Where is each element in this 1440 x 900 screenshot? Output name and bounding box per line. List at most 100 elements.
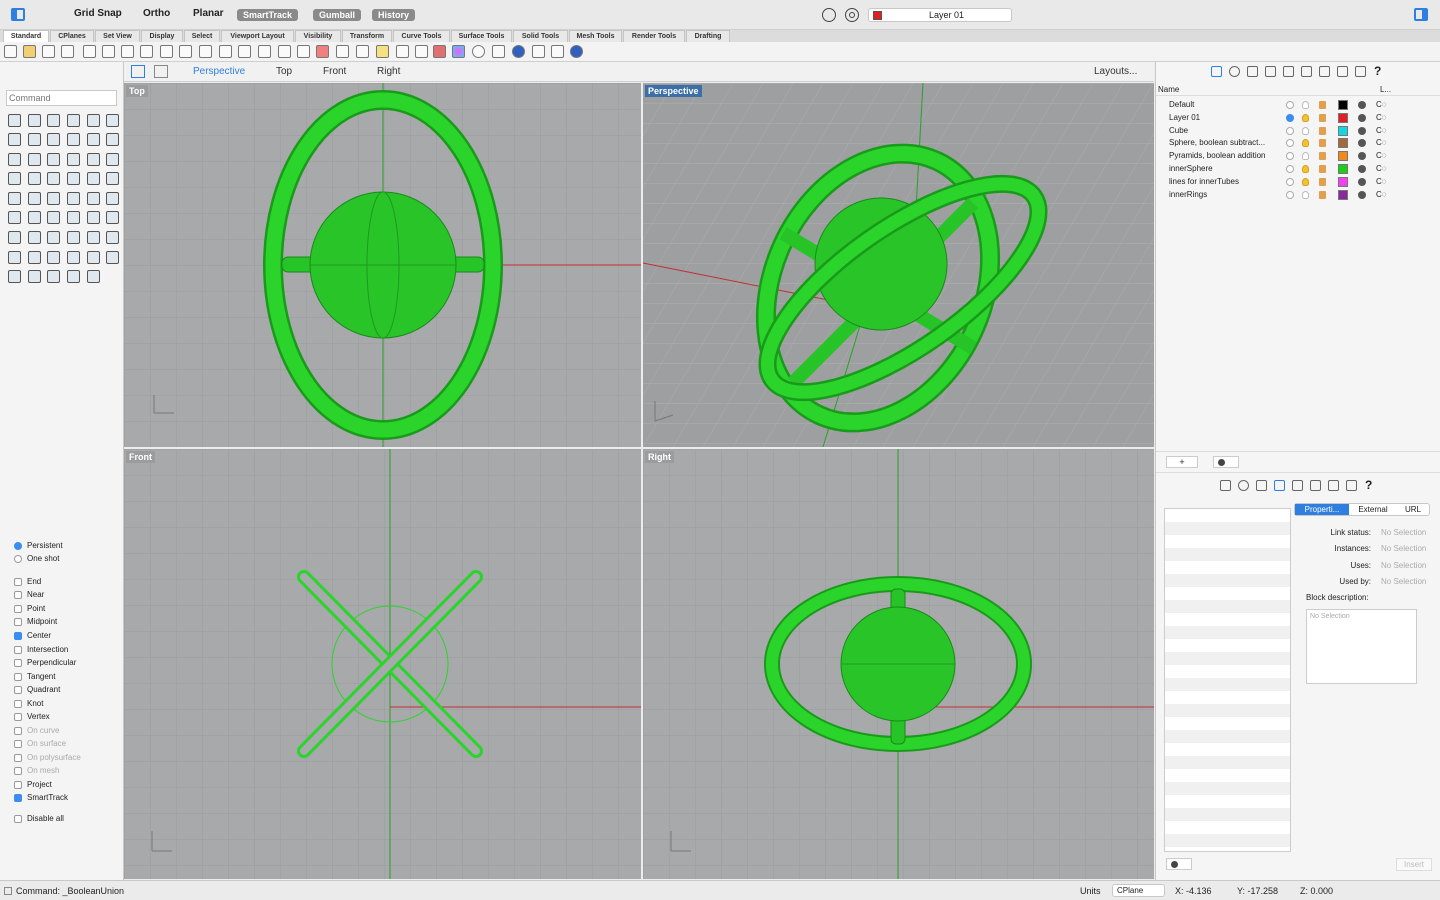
bulb-icon[interactable]: [1302, 127, 1309, 135]
lock-icon[interactable]: [1319, 191, 1326, 199]
block-options-menu[interactable]: [1166, 858, 1192, 870]
copy-icon[interactable]: [121, 45, 134, 58]
tab-surface-tools[interactable]: Surface Tools: [451, 30, 512, 42]
curve-icon[interactable]: [67, 114, 80, 127]
zebra-icon[interactable]: [47, 251, 60, 264]
tab-cplanes[interactable]: CPlanes: [50, 30, 94, 42]
material-icon[interactable]: [1358, 114, 1366, 122]
cone-icon[interactable]: [67, 153, 80, 166]
document-icon-2[interactable]: [1256, 480, 1267, 491]
osnap-icon[interactable]: [28, 270, 41, 283]
loft-icon[interactable]: [28, 172, 41, 185]
ellipse-icon[interactable]: [8, 133, 21, 146]
tab-external[interactable]: External: [1351, 504, 1395, 515]
help-question-icon[interactable]: ?: [1374, 64, 1381, 78]
bulb-icon[interactable]: [1302, 114, 1309, 122]
layers-icon[interactable]: [1211, 66, 1222, 77]
rotate-view-icon[interactable]: [199, 45, 212, 58]
viewport-perspective-label[interactable]: Perspective: [645, 85, 702, 97]
tab-drafting[interactable]: Drafting: [686, 30, 730, 42]
polygon-icon[interactable]: [47, 133, 60, 146]
zoom-extents-icon[interactable]: [258, 45, 271, 58]
viewport-right[interactable]: Right: [643, 449, 1154, 879]
layer-color-swatch[interactable]: [1338, 100, 1348, 110]
tab-render-tools[interactable]: Render Tools: [623, 30, 685, 42]
chamfer-icon[interactable]: [87, 192, 100, 205]
join-icon[interactable]: [47, 211, 60, 224]
extrude-icon[interactable]: [8, 172, 21, 185]
help-question-icon-2[interactable]: ?: [1365, 478, 1372, 492]
tab-url[interactable]: URL: [1397, 504, 1429, 515]
current-layer-radio[interactable]: [1286, 114, 1294, 122]
check-icon[interactable]: [87, 251, 100, 264]
point-icon[interactable]: [28, 114, 41, 127]
material-icon[interactable]: [1358, 191, 1366, 199]
history-toggle[interactable]: History: [372, 9, 416, 21]
panel-toggle-icon[interactable]: [1414, 8, 1428, 21]
revolve-icon[interactable]: [47, 172, 60, 185]
snap-icon[interactable]: [8, 270, 21, 283]
boolean-diff-icon[interactable]: [28, 192, 41, 205]
explode-icon[interactable]: [67, 211, 80, 224]
undo-icon[interactable]: [160, 45, 173, 58]
dimension-icon[interactable]: [106, 133, 119, 146]
current-layer-radio[interactable]: [1286, 101, 1294, 109]
edges-icon[interactable]: [106, 251, 119, 264]
layer-options-menu[interactable]: [1213, 456, 1239, 468]
network-icon[interactable]: [106, 172, 119, 185]
linetype-label[interactable]: C◌: [1376, 137, 1387, 149]
sweep-icon[interactable]: [67, 172, 80, 185]
boolean-union-icon[interactable]: [8, 192, 21, 205]
materials-icon[interactable]: [1229, 66, 1240, 77]
lock-icon[interactable]: [1319, 139, 1326, 147]
environment-icon-2[interactable]: [1310, 480, 1321, 491]
bulb-icon[interactable]: [1302, 178, 1309, 186]
bulb-icon[interactable]: [1302, 139, 1309, 147]
filter-icon[interactable]: [822, 8, 836, 22]
tab-curve-tools[interactable]: Curve Tools: [393, 30, 450, 42]
layouts-button[interactable]: Layouts...: [1094, 66, 1137, 77]
lock-icon[interactable]: [1319, 178, 1326, 186]
bulb-icon[interactable]: [1302, 152, 1309, 160]
sphere-icon[interactable]: [28, 153, 41, 166]
target-icon[interactable]: [845, 8, 859, 22]
tab-mesh-tools[interactable]: Mesh Tools: [569, 30, 622, 42]
environment-icon[interactable]: [1301, 66, 1312, 77]
single-view-icon[interactable]: [154, 65, 168, 78]
lock-icon[interactable]: [1319, 114, 1326, 122]
notes-icon-2[interactable]: [1328, 480, 1339, 491]
offset-icon[interactable]: [106, 192, 119, 205]
copy-icon[interactable]: [28, 231, 41, 244]
tab-visibility[interactable]: Visibility: [295, 30, 341, 42]
trim-icon[interactable]: [8, 211, 21, 224]
text-icon[interactable]: [87, 133, 100, 146]
light-icon[interactable]: [396, 45, 409, 58]
rectangle-icon[interactable]: [28, 133, 41, 146]
bulb-icon[interactable]: [1302, 165, 1309, 173]
linetype-label[interactable]: C◌: [1376, 99, 1387, 111]
materials-icon-2[interactable]: [1238, 480, 1249, 491]
pan-hand-icon[interactable]: [179, 45, 192, 58]
tab-front[interactable]: Front: [323, 66, 346, 77]
block-icon-2[interactable]: [1274, 480, 1285, 491]
tab-set-view[interactable]: Set View: [95, 30, 140, 42]
render-preview-icon[interactable]: [492, 45, 505, 58]
planar-toggle[interactable]: Planar: [193, 8, 224, 19]
analyze-icon[interactable]: [8, 251, 21, 264]
layer-row[interactable]: lines for innerTubes C◌: [1156, 176, 1440, 188]
group-icon[interactable]: [87, 211, 100, 224]
notes-icon[interactable]: [1319, 66, 1330, 77]
layer-row[interactable]: Sphere, boolean subtract... C◌: [1156, 137, 1440, 149]
layer-row[interactable]: Default C◌: [1156, 99, 1440, 111]
document-icon[interactable]: [1247, 66, 1258, 77]
render-sphere-icon[interactable]: [472, 45, 485, 58]
tab-solid-tools[interactable]: Solid Tools: [513, 30, 568, 42]
render-icon[interactable]: [512, 45, 525, 58]
zoom-selected-icon[interactable]: [278, 45, 291, 58]
viewport-top[interactable]: Top: [124, 83, 641, 447]
circle-icon[interactable]: [87, 114, 100, 127]
polyline-icon[interactable]: [47, 114, 60, 127]
align-icon[interactable]: [106, 231, 119, 244]
grid-snap-toggle[interactable]: Grid Snap: [74, 8, 122, 19]
block-description-field[interactable]: No Selection: [1306, 609, 1417, 684]
